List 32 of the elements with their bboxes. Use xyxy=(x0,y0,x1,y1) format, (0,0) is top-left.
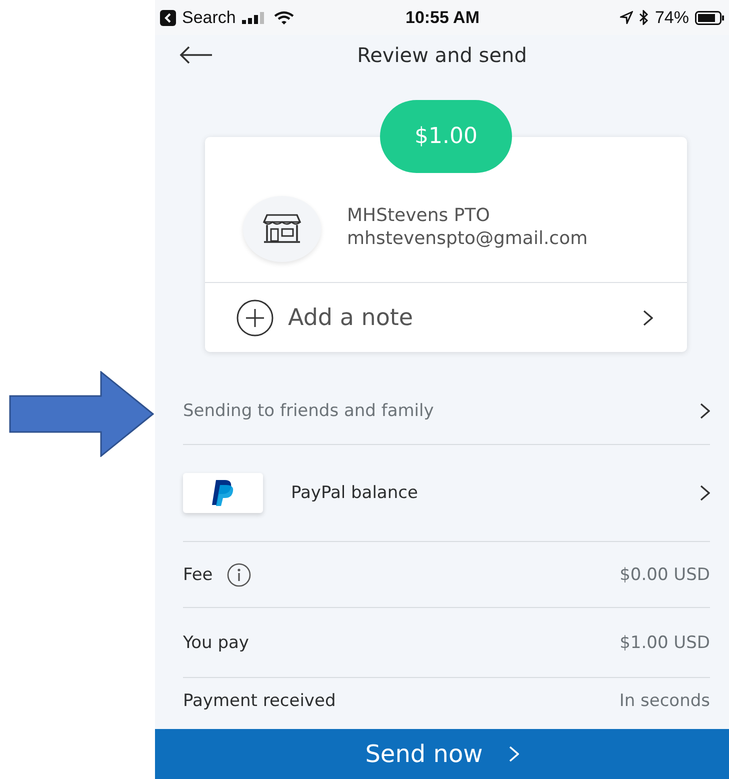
chevron-right-icon xyxy=(643,310,653,326)
clock-time: 10:55 AM xyxy=(405,8,480,28)
battery-icon xyxy=(694,10,725,24)
wifi-icon xyxy=(274,10,294,24)
info-icon[interactable] xyxy=(226,562,251,586)
add-note-label: Add a note xyxy=(288,304,414,330)
bluetooth-icon xyxy=(638,10,649,25)
back-arrow-icon[interactable] xyxy=(179,46,213,64)
chevron-right-icon xyxy=(508,746,519,762)
battery-percent: 74% xyxy=(654,8,689,28)
send-now-button[interactable]: Send now xyxy=(155,729,729,779)
storefront-icon xyxy=(263,214,301,244)
summary-value: $0.00 USD xyxy=(620,564,710,584)
payment-type-link[interactable]: Sending to friends and family xyxy=(183,400,434,420)
add-note-row[interactable]: Add a note xyxy=(205,283,687,352)
paypal-logo-icon xyxy=(211,479,235,507)
summary-label: Fee xyxy=(183,564,213,584)
recipient-name: MHStevens PTO xyxy=(347,204,491,227)
back-app-icon[interactable] xyxy=(160,10,176,26)
amount-badge: $1.00 xyxy=(380,100,512,173)
recipient-email: mhstevenspto@gmail.com xyxy=(347,227,588,250)
summary-value: $1.00 USD xyxy=(620,632,710,652)
chevron-right-icon xyxy=(700,402,710,418)
back-app-label[interactable]: Search xyxy=(182,8,236,28)
funding-source-label[interactable]: PayPal balance xyxy=(291,483,418,503)
plus-circle-icon xyxy=(236,298,274,336)
summary-value: In seconds xyxy=(619,691,710,711)
summary-label: Payment received xyxy=(183,691,336,711)
summary-label: You pay xyxy=(183,632,249,652)
chevron-right-icon xyxy=(700,485,710,501)
page-title: Review and send xyxy=(357,43,527,67)
location-icon xyxy=(620,11,633,24)
